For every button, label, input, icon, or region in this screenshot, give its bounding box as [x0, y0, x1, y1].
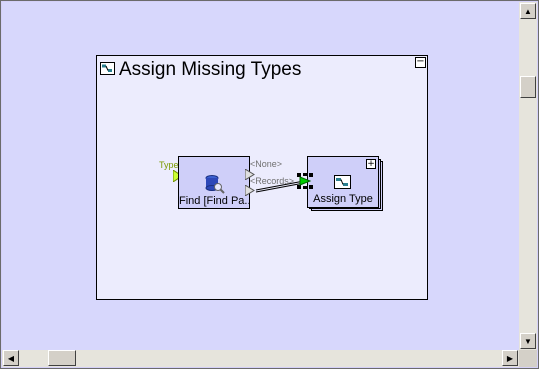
scroll-left-button[interactable]: ◀: [3, 350, 19, 366]
assign-type-node[interactable]: Assign Type +: [307, 156, 379, 208]
assign-type-label: Assign Type: [313, 193, 373, 205]
database-search-icon: [205, 175, 225, 194]
output-port-records-arrow[interactable]: [245, 185, 255, 196]
find-node[interactable]: Find [Find Pa...: [178, 156, 250, 209]
diagram-window: Assign Missing Types − Type Find [Find P…: [0, 0, 539, 369]
vertical-scroll-thumb[interactable]: [520, 76, 536, 98]
selected-input-port[interactable]: [297, 173, 313, 189]
scroll-down-button[interactable]: ▼: [520, 333, 536, 349]
subprocess-icon: [334, 175, 351, 189]
scrollbar-corner: [519, 350, 537, 367]
scroll-right-button[interactable]: ▶: [502, 350, 518, 366]
expand-button[interactable]: +: [366, 159, 376, 169]
workflow-canvas[interactable]: Assign Missing Types − Type Find [Find P…: [2, 2, 519, 350]
vertical-scrollbar[interactable]: ▲ ▼: [519, 2, 537, 350]
output-port-records-label: <Records>: [250, 176, 295, 186]
scroll-up-button[interactable]: ▲: [520, 3, 536, 19]
find-node-label: Find [Find Pa...: [179, 195, 249, 207]
input-port-label: Type: [159, 160, 179, 170]
output-port-none-label: <None>: [250, 159, 283, 169]
group-assign-missing-types[interactable]: Assign Missing Types − Type Find [Find P…: [96, 55, 428, 300]
horizontal-scroll-thumb[interactable]: [48, 350, 76, 366]
horizontal-scrollbar[interactable]: ◀ ▶: [2, 350, 519, 367]
